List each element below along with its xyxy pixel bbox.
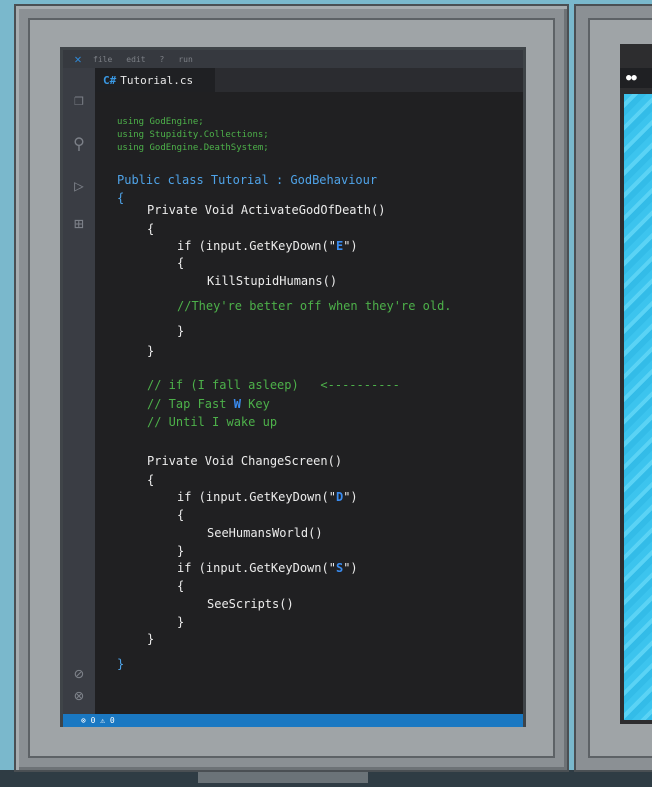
code-line-comment1: //They're better off when they're old. [177, 299, 452, 313]
code-line-brace: { [177, 579, 185, 593]
code-line-brace: } [147, 632, 155, 646]
code-line-if-d: if (input.GetKeyDown("D") [177, 490, 358, 504]
activity-bar: ❐ ⚲ ▷ ⊞ ⊘ ⊗ [63, 68, 95, 714]
menu-file[interactable]: file [93, 55, 112, 64]
code-line-class: Public class Tutorial : GodBehaviour [117, 173, 378, 187]
code-text: Key [240, 397, 270, 411]
code-line-brace: { [147, 473, 155, 487]
code-text: if (input.GetKeyDown(" [177, 561, 336, 575]
code-line-using1: using GodEngine; [117, 117, 204, 127]
csharp-file-icon: C# [103, 73, 117, 87]
code-line-comment2a: // if (I fall asleep) <---------- [147, 378, 400, 392]
code-line-using3: using GodEngine.DeathSystem; [117, 143, 269, 153]
code-line-comment2c: // Until I wake up [147, 415, 278, 429]
code-line-brace: { [117, 191, 125, 205]
files-icon[interactable]: ❐ [69, 90, 89, 110]
second-screen[interactable]: ●● [620, 44, 652, 724]
key-w: W [233, 397, 241, 411]
desk-edge [198, 772, 368, 783]
code-line-comment2b: // Tap Fast W Key [147, 397, 270, 411]
tab-tutorial-cs[interactable]: C# Tutorial.cs [95, 68, 215, 92]
settings-icon[interactable]: ⊗ [69, 686, 89, 706]
code-line-using2: using Stupidity.Collections; [117, 130, 269, 140]
extensions-icon[interactable]: ⊞ [69, 214, 89, 234]
code-text: ") [343, 239, 358, 253]
code-text: ") [343, 561, 358, 575]
code-line-brace: } [177, 324, 185, 338]
menu-bar: ✕ file edit ? run [63, 50, 523, 68]
code-line-if-e: if (input.GetKeyDown("E") [177, 239, 358, 253]
editor-logo-icon: ✕ [74, 52, 82, 66]
code-line-kill: KillStupidHumans() [207, 274, 338, 288]
code-line-brace: } [177, 544, 185, 558]
code-text: if (input.GetKeyDown(" [177, 490, 336, 504]
code-line-brace: } [117, 657, 125, 671]
code-line-method2: Private Void ChangeScreen() [147, 454, 343, 468]
tab-bar: C# Tutorial.cs [95, 68, 523, 92]
account-icon[interactable]: ⊘ [69, 664, 89, 684]
code-line-brace: { [147, 222, 155, 236]
water-view [624, 94, 652, 720]
menu-run[interactable]: run [178, 55, 192, 64]
tab-label: Tutorial.cs [120, 73, 194, 87]
code-text: // Tap Fast [147, 397, 234, 411]
menu-edit[interactable]: edit [126, 55, 145, 64]
second-screen-tab: ●● [620, 68, 652, 88]
code-line-brace: { [177, 256, 185, 270]
code-line-if-s: if (input.GetKeyDown("S") [177, 561, 358, 575]
code-line-see-humans: SeeHumansWorld() [207, 526, 323, 540]
code-text: if (input.GetKeyDown(" [177, 239, 336, 253]
code-text: ") [343, 490, 358, 504]
code-editor-screen: ✕ file edit ? run ❐ ⚲ ▷ ⊞ ⊘ ⊗ C# Tutoria… [60, 47, 526, 727]
code-line-brace: { [177, 508, 185, 522]
menu-help[interactable]: ? [160, 55, 165, 64]
code-line-see-scripts: SeeScripts() [207, 597, 294, 611]
code-line-brace: } [147, 344, 155, 358]
code-line-method1: Private Void ActivateGodOfDeath() [147, 203, 386, 217]
code-line-brace: } [177, 615, 185, 629]
code-area[interactable]: using GodEngine; using Stupidity.Collect… [95, 92, 523, 714]
search-icon[interactable]: ⚲ [69, 134, 89, 154]
run-debug-icon[interactable]: ▷ [69, 176, 89, 196]
status-bar[interactable]: ⊗ 0 ⚠ 0 [63, 714, 523, 727]
